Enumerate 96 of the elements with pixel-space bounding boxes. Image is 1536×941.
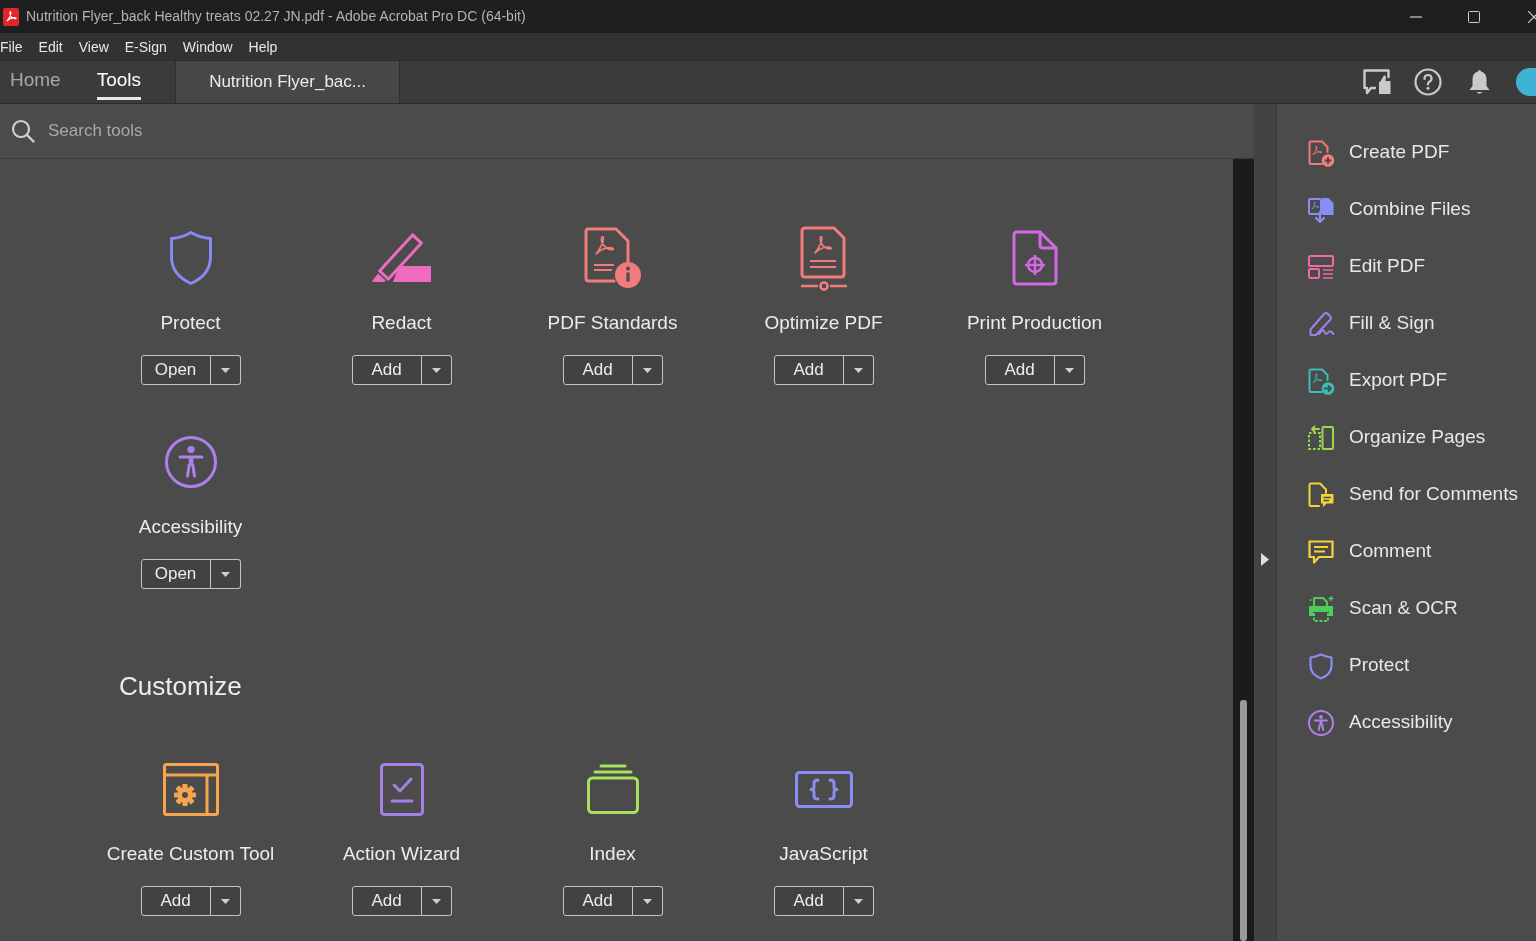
highlighter-icon [370, 233, 433, 283]
caret-icon [1064, 367, 1074, 373]
tool-shortcut[interactable]: Combine Files [1307, 181, 1471, 238]
document-plus-icon [1307, 138, 1335, 167]
shield-icon [168, 230, 213, 286]
tool-action-button[interactable]: Add [984, 355, 1055, 385]
stack-icon [586, 764, 639, 814]
menu-item[interactable]: Edit [38, 36, 63, 57]
maximize-icon[interactable] [1468, 10, 1480, 23]
accessibility-icon [1307, 708, 1335, 737]
close-icon[interactable] [1528, 10, 1536, 23]
tool-shortcut[interactable]: Send for Comments [1307, 466, 1518, 523]
document-tab[interactable]: Nutrition Flyer_bac... [175, 61, 401, 103]
tool-name: Print Production [966, 311, 1103, 335]
menu-item[interactable]: File [0, 36, 23, 57]
tool-shortcut[interactable]: Export PDF [1307, 352, 1448, 409]
menu-item[interactable]: Help [248, 36, 278, 57]
avatar[interactable] [1516, 68, 1536, 96]
printer-sparkle-icon [1307, 594, 1335, 623]
tool-action-button[interactable]: Open [140, 559, 211, 589]
expand-arrow-icon[interactable] [1261, 553, 1269, 566]
document-arrow-icon [1307, 366, 1335, 395]
tool-action-button[interactable]: Add [773, 886, 844, 916]
tool-name: Accessibility [138, 515, 243, 539]
help-icon[interactable] [1414, 68, 1442, 96]
tool-shortcut[interactable]: Protect [1307, 637, 1410, 694]
speech-bubble-icon [1307, 537, 1335, 566]
tool-shortcut[interactable]: Comment [1307, 523, 1432, 580]
tool-action-button[interactable]: Add [351, 355, 422, 385]
pen-signature-icon [1307, 309, 1335, 338]
layout-icon [1307, 252, 1335, 281]
menu-item[interactable]: E-Sign [124, 36, 167, 57]
tab[interactable]: Home [10, 61, 61, 100]
tool-name: JavaScript [779, 842, 868, 866]
dropdown-button[interactable] [210, 886, 241, 916]
tool-name: Index [589, 842, 636, 866]
tool-name: PDF Standards [547, 311, 678, 335]
section-heading: Customize [119, 670, 242, 702]
menu-item[interactable]: View [78, 36, 109, 57]
tab[interactable]: Tools [96, 61, 142, 100]
braces-icon [794, 770, 853, 808]
tool-name: Redact [371, 311, 432, 335]
tool-name: Optimize PDF [764, 311, 883, 335]
tool-shortcut[interactable]: Organize Pages [1307, 409, 1486, 466]
dropdown-button[interactable] [421, 886, 452, 916]
caret-icon [431, 898, 441, 904]
tool-name: Protect [160, 311, 221, 335]
tool-action-button[interactable]: Open [140, 355, 211, 385]
caret-icon [220, 571, 230, 577]
tool-action-button[interactable]: Add [351, 886, 422, 916]
search-field[interactable]: Search tools [48, 111, 1254, 151]
tool-shortcut[interactable]: Scan & OCR [1307, 580, 1458, 637]
document-check-icon [379, 762, 424, 816]
scrollbar-track[interactable] [1233, 159, 1254, 941]
tool-action-button[interactable]: Add [773, 355, 844, 385]
document-logo-icon [3, 7, 19, 26]
dropdown-button[interactable] [843, 355, 874, 385]
caret-icon [220, 898, 230, 904]
tool-shortcut[interactable]: Fill & Sign [1307, 295, 1435, 352]
dropdown-button[interactable] [210, 355, 241, 385]
minimize-icon[interactable] [1410, 15, 1422, 18]
documents-arrow-icon [1307, 195, 1335, 224]
dropdown-button[interactable] [843, 886, 874, 916]
dropdown-button[interactable] [421, 355, 452, 385]
dropdown-button[interactable] [632, 886, 663, 916]
thumbs-up-bubble-icon[interactable] [1362, 68, 1392, 96]
caret-icon [853, 898, 863, 904]
caret-icon [220, 367, 230, 373]
document-lines-icon [799, 225, 848, 291]
tool-action-button[interactable]: Add [562, 355, 633, 385]
tool-action-button[interactable]: Add [562, 886, 633, 916]
window-title: Nutrition Flyer_back Healthy treats 02.27 JN.pdf - Adobe Acrobat Pro DC (64-bit) [26, 7, 526, 26]
caret-icon [642, 898, 652, 904]
window-gear-icon [162, 762, 219, 816]
dropdown-button[interactable] [1054, 355, 1085, 385]
tool-name: Action Wizard [342, 842, 461, 866]
tool-shortcut[interactable]: Accessibility [1307, 694, 1453, 751]
dropdown-button[interactable] [632, 355, 663, 385]
bell-icon[interactable] [1468, 68, 1491, 96]
accessibility-icon [164, 436, 217, 488]
document-crosshair-icon [1011, 230, 1058, 286]
document-speech-bubble-icon [1307, 480, 1335, 509]
tool-shortcut[interactable]: Edit PDF [1307, 238, 1426, 295]
tool-name: Create Custom Tool [106, 842, 275, 866]
shield-icon [1307, 651, 1335, 680]
tool-action-button[interactable]: Add [140, 886, 211, 916]
document-info-icon [583, 227, 642, 289]
search-icon [11, 119, 35, 143]
caret-icon [431, 367, 441, 373]
tool-shortcut[interactable]: Create PDF [1307, 124, 1450, 181]
caret-icon [853, 367, 863, 373]
scrollbar-thumb[interactable] [1240, 700, 1247, 941]
menu-item[interactable]: Window [182, 36, 233, 57]
dropdown-button[interactable] [210, 559, 241, 589]
pages-arrow-icon [1307, 423, 1335, 452]
caret-icon [642, 367, 652, 373]
